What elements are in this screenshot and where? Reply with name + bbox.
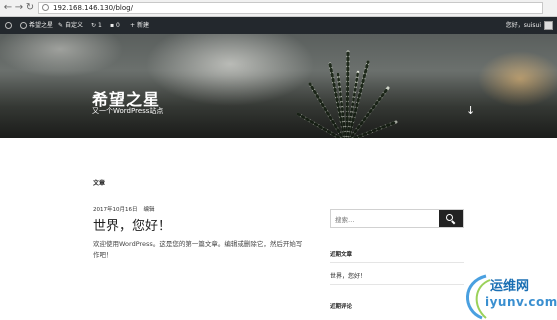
recent-post-link[interactable]: 世界，您好！ (330, 271, 366, 280)
page-info-icon[interactable] (42, 4, 49, 11)
admin-bar-site-name[interactable]: 希望之星 (20, 17, 53, 34)
post-meta: 2017年10月16日 编辑 (93, 205, 155, 213)
site-tagline: 又一个WordPress站点 (92, 107, 164, 115)
search-form (330, 209, 464, 229)
wordpress-logo-icon[interactable] (5, 17, 14, 34)
post-excerpt: 欢迎使用WordPress。这是您的第一篇文章。编辑或删除它，然后开始写作吧！ (93, 240, 303, 259)
plus-icon: + (130, 22, 136, 29)
address-bar[interactable]: 192.168.146.130/blog/ (38, 2, 543, 14)
admin-bar-comments[interactable]: ▪ 0 (110, 17, 120, 34)
brush-icon: ✎ (58, 22, 64, 29)
watermark-url: iyunv.com (485, 295, 557, 309)
posts-section-label: 文章 (93, 180, 106, 187)
watermark-text: 运维网 (490, 279, 530, 294)
comment-icon: ▪ (110, 22, 115, 29)
wp-admin-bar: 希望之星 ✎ 自定义 ↻ 1 ▪ 0 + 新建 您好，suisui (0, 17, 557, 34)
divider (330, 262, 464, 263)
admin-bar-user[interactable]: 您好，suisui (506, 17, 541, 34)
search-input[interactable] (331, 210, 445, 229)
reload-icon[interactable]: ↻ (24, 2, 36, 14)
recent-comments-title: 近期评论 (330, 304, 353, 310)
divider (330, 284, 464, 285)
admin-bar-new[interactable]: + 新建 (130, 17, 149, 34)
avatar[interactable] (544, 21, 553, 30)
recent-posts-title: 近期文章 (330, 252, 353, 258)
site-header: 希望之星 又一个WordPress站点 ↓ (0, 34, 557, 138)
admin-bar-customize[interactable]: ✎ 自定义 (58, 17, 83, 34)
post-edit-link[interactable]: 编辑 (144, 207, 155, 213)
post-title-link[interactable]: 世界，您好！ (93, 215, 171, 234)
url-text: 192.168.146.130/blog/ (53, 4, 133, 12)
scroll-down-arrow-icon[interactable]: ↓ (466, 104, 475, 117)
updates-icon: ↻ (91, 22, 97, 29)
search-button[interactable] (439, 210, 463, 227)
browser-toolbar: ← → ↻ 192.168.146.130/blog/ (0, 0, 557, 17)
post-date-link[interactable]: 2017年10月16日 (93, 207, 138, 213)
home-icon (20, 22, 27, 29)
admin-bar-updates[interactable]: ↻ 1 (91, 17, 102, 34)
